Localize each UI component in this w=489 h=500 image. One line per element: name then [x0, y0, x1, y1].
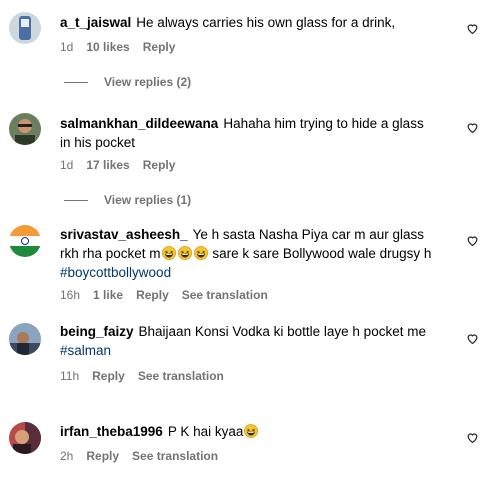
- avatar[interactable]: [9, 225, 41, 257]
- view-replies-button[interactable]: View replies (2): [64, 75, 191, 89]
- comment-body: a_t_jaiswal He always carries his own gla…: [60, 13, 435, 32]
- avatar[interactable]: [9, 422, 41, 454]
- comment-meta: 1d 17 likes Reply: [60, 158, 188, 172]
- comment-meta: 1d 10 likes Reply: [60, 40, 188, 54]
- reply-button[interactable]: Reply: [143, 158, 176, 172]
- hashtag-link[interactable]: #salman: [60, 343, 111, 358]
- username[interactable]: a_t_jaiswal: [60, 15, 131, 30]
- comment-text: Bhaijaan Konsi Vodka ki bottle laye h po…: [138, 324, 426, 339]
- username[interactable]: srivastav_asheesh_: [60, 227, 188, 242]
- timestamp[interactable]: 16h: [60, 288, 80, 302]
- grinning-squinting-face-emoji-icon: [177, 246, 192, 260]
- heart-icon[interactable]: [466, 332, 479, 345]
- avatar[interactable]: [9, 113, 41, 145]
- heart-icon[interactable]: [466, 234, 479, 247]
- reply-button[interactable]: Reply: [92, 369, 125, 383]
- reply-button[interactable]: Reply: [86, 449, 119, 463]
- comment-body: salmankhan_dildeewana Hahaha him trying t…: [60, 114, 435, 152]
- comment-meta: 16h 1 like Reply See translation: [60, 288, 281, 302]
- likes-count[interactable]: 17 likes: [86, 158, 129, 172]
- divider: [64, 200, 88, 202]
- comment-meta: 11h Reply See translation: [60, 369, 237, 383]
- timestamp[interactable]: 1d: [60, 158, 73, 172]
- reply-button[interactable]: Reply: [136, 288, 169, 302]
- username[interactable]: salmankhan_dildeewana: [60, 116, 218, 131]
- hashtag-link[interactable]: #boycottbollywood: [60, 265, 171, 280]
- comment-body: being_faizy Bhaijaan Konsi Vodka ki bottl…: [60, 322, 435, 360]
- heart-icon[interactable]: [466, 431, 479, 444]
- divider: [64, 82, 88, 84]
- see-translation-button[interactable]: See translation: [182, 288, 268, 302]
- username[interactable]: irfan_theba1996: [60, 424, 163, 439]
- comment-text: sare k sare Bollywood wale drugsy h: [212, 246, 432, 261]
- avatar[interactable]: [9, 12, 41, 44]
- heart-icon[interactable]: [466, 22, 479, 35]
- timestamp[interactable]: 1d: [60, 40, 73, 54]
- comment-text: P K hai kyaa: [167, 424, 244, 439]
- comment-text: He always carries his own glass for a dr…: [136, 15, 396, 30]
- comment-body: irfan_theba1996 P K hai kyaa: [60, 422, 435, 441]
- heart-icon[interactable]: [466, 121, 479, 134]
- likes-count[interactable]: 10 likes: [86, 40, 129, 54]
- grinning-squinting-face-emoji-icon: [161, 246, 176, 260]
- username[interactable]: being_faizy: [60, 324, 134, 339]
- grinning-squinting-face-emoji-icon: [244, 424, 259, 438]
- comment-body: srivastav_asheesh_ Ye h sasta Nasha Piya …: [60, 225, 435, 282]
- grinning-squinting-face-emoji-icon: [193, 246, 208, 260]
- reply-button[interactable]: Reply: [143, 40, 176, 54]
- india-flag-icon: [9, 225, 41, 257]
- avatar[interactable]: [9, 323, 41, 355]
- see-translation-button[interactable]: See translation: [138, 369, 224, 383]
- likes-count[interactable]: 1 like: [93, 288, 123, 302]
- see-translation-button[interactable]: See translation: [132, 449, 218, 463]
- view-replies-button[interactable]: View replies (1): [64, 193, 191, 207]
- timestamp[interactable]: 2h: [60, 449, 73, 463]
- comment-meta: 2h Reply See translation: [60, 449, 231, 463]
- timestamp[interactable]: 11h: [60, 369, 79, 383]
